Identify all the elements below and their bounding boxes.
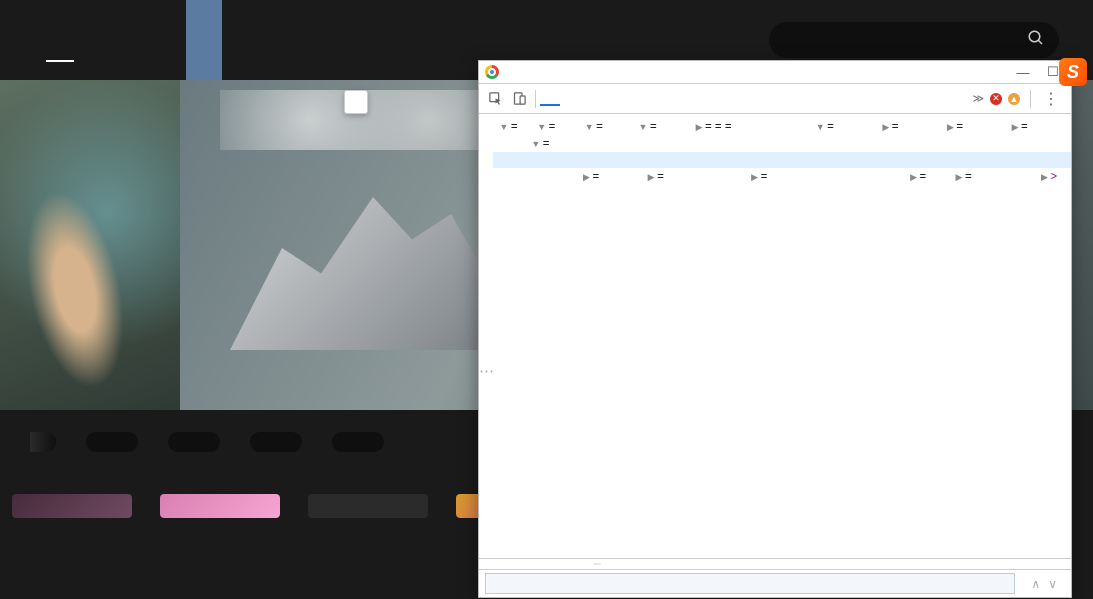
tab-memory[interactable] [640, 93, 660, 105]
devtools-window: — ☐ ≫ ✕ ▲ ⋮ ⋯ = = = = = = = = [478, 60, 1072, 598]
thumb-3[interactable] [308, 494, 428, 518]
nav-artist[interactable] [114, 0, 150, 80]
header-nav [42, 0, 294, 80]
tab-network[interactable] [600, 93, 620, 105]
search-icon[interactable] [1027, 29, 1045, 52]
tab-elements[interactable] [540, 92, 560, 106]
nav-musicbox[interactable] [186, 0, 222, 80]
nav-vip[interactable] [150, 0, 186, 80]
pill-electronic[interactable] [250, 432, 302, 452]
search-box[interactable] [769, 22, 1059, 58]
error-badge[interactable]: ✕ [990, 93, 1004, 105]
window-minimize-icon[interactable]: — [1011, 65, 1035, 80]
sogou-ime-icon[interactable]: S [1059, 58, 1087, 86]
nav-musician[interactable] [258, 0, 294, 80]
inspector-tooltip [344, 90, 368, 114]
tabs-overflow-icon[interactable]: ≫ [970, 92, 986, 105]
chrome-icon [485, 65, 499, 79]
pill-rock[interactable] [86, 432, 138, 452]
device-toolbar-icon[interactable] [507, 87, 531, 111]
hero-left-image[interactable] [0, 80, 180, 410]
crumb-span[interactable] [593, 563, 601, 565]
elements-search-bar: ∧ ∨ [479, 569, 1071, 597]
settings-more-icon[interactable]: ⋮ [1039, 89, 1063, 109]
pill-folk[interactable] [168, 432, 220, 452]
inspect-element-icon[interactable] [483, 87, 507, 111]
pill-0[interactable] [30, 432, 56, 452]
elements-panel[interactable]: ⋯ = = = = = = = = = = = = = = [479, 114, 1071, 558]
thumb-1[interactable] [12, 494, 132, 518]
xpath-search-input[interactable] [485, 573, 1015, 594]
selected-dom-node[interactable] [493, 152, 1071, 168]
breadcrumb[interactable] [479, 558, 1071, 569]
warning-badge[interactable]: ▲ [1008, 93, 1022, 105]
thumb-2[interactable] [160, 494, 280, 518]
gutter-dots-icon[interactable]: ⋯ [479, 364, 496, 380]
search-next-icon[interactable]: ∨ [1048, 577, 1057, 591]
search-prev-icon[interactable]: ∧ [1031, 577, 1040, 591]
search-input[interactable] [783, 33, 1027, 48]
nav-client[interactable] [222, 0, 258, 80]
pill-ost[interactable] [332, 432, 384, 452]
devtools-titlebar[interactable]: — ☐ [479, 61, 1071, 84]
tab-console[interactable] [560, 93, 580, 105]
tab-performance[interactable] [620, 93, 640, 105]
nav-home[interactable] [42, 0, 78, 80]
devtools-toolbar: ≫ ✕ ▲ ⋮ [479, 84, 1071, 114]
nav-playlist[interactable] [78, 0, 114, 80]
tab-sources[interactable] [580, 93, 600, 105]
